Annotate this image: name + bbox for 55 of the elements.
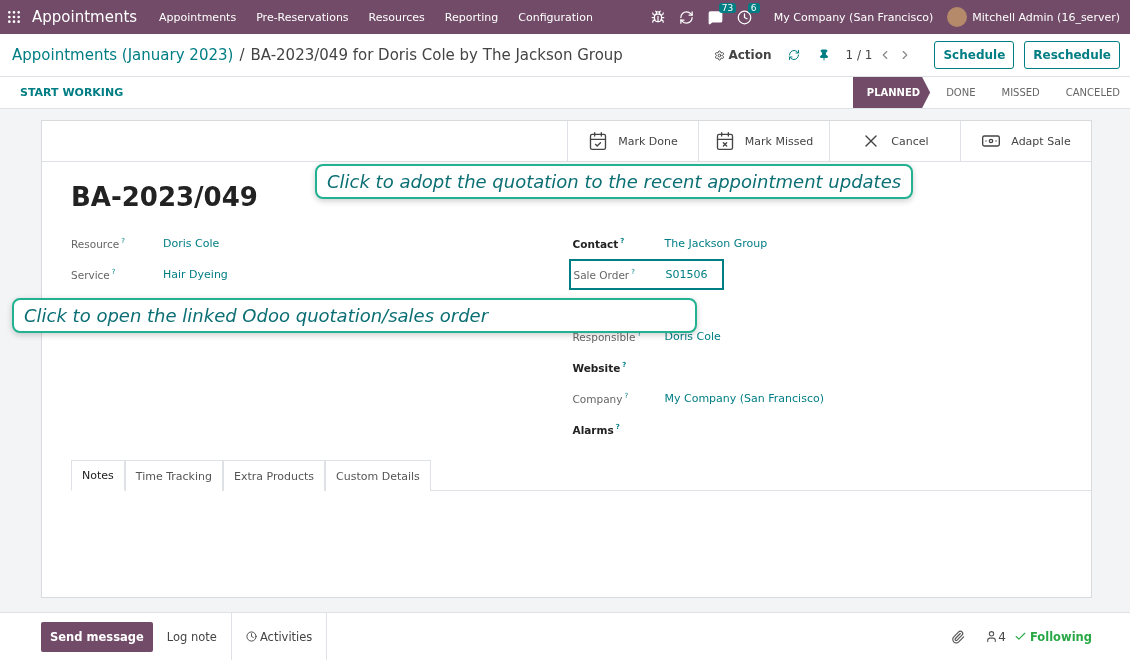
- message-count: 73: [718, 2, 737, 13]
- chat-icon[interactable]: [707, 9, 723, 25]
- send-message-button[interactable]: Send message: [41, 621, 153, 652]
- pin-icon[interactable]: [817, 49, 830, 61]
- field-value[interactable]: S01506: [665, 268, 708, 281]
- notebook-tab[interactable]: Custom Details: [325, 460, 431, 491]
- apps-menu-icon[interactable]: [6, 9, 22, 25]
- status-stage[interactable]: PLANNED: [852, 77, 931, 108]
- bug-icon[interactable]: [650, 10, 665, 24]
- tooltip-callout: Click to open the linked Odoo quotation/sales order: [12, 298, 697, 333]
- check-icon: [1013, 630, 1027, 643]
- app-name[interactable]: Appointments: [32, 8, 138, 26]
- field-value[interactable]: Hair Dyeing: [163, 268, 228, 281]
- field-label: Service $^{?}$: [71, 268, 117, 281]
- calendar-check-icon: [588, 131, 609, 151]
- menu-item[interactable]: Configuration: [508, 10, 603, 24]
- calendar-x-icon: [714, 131, 735, 151]
- follower-count[interactable]: 4: [998, 629, 1006, 644]
- field-label: Resource $^{?}$: [71, 237, 126, 250]
- refresh-icon[interactable]: [787, 49, 800, 61]
- menu-item[interactable]: Appointments: [149, 10, 247, 24]
- start-working-button[interactable]: START WORKING: [20, 86, 124, 99]
- refresh-icon[interactable]: [678, 9, 694, 25]
- menu-item[interactable]: Resources: [358, 10, 435, 24]
- notebook-tab[interactable]: Extra Products: [223, 460, 326, 491]
- clock-icon: [245, 631, 257, 642]
- attachment-icon[interactable]: [951, 629, 966, 644]
- notebook-tab[interactable]: Time Tracking: [124, 460, 223, 491]
- pager: 1 / 1: [845, 48, 873, 62]
- record-title: BA-2023/049 for Doris Cole by The Jackson Group: [250, 46, 623, 64]
- company-switcher[interactable]: My Company (San Francisco): [773, 10, 934, 24]
- field-label: Contact $^{?}$: [572, 237, 626, 250]
- field-value[interactable]: The Jackson Group: [664, 237, 768, 250]
- user-menu[interactable]: Mitchell Admin (16_server): [972, 10, 1120, 24]
- activity-count: 6: [747, 2, 760, 13]
- activities-button[interactable]: Activities: [230, 612, 328, 660]
- clock-icon[interactable]: [736, 9, 752, 25]
- field-label: Website $^{?}$: [572, 361, 628, 374]
- breadcrumb-link[interactable]: Appointments (January 2023): [12, 46, 234, 64]
- action-menu[interactable]: Action: [714, 48, 772, 62]
- menu-item[interactable]: Pre-Reservations: [246, 10, 359, 24]
- gear-icon: [714, 49, 726, 61]
- action-button[interactable]: Schedule: [934, 41, 1015, 69]
- action-button[interactable]: Reschedule: [1024, 41, 1120, 69]
- field-label: Sale Order $^{?}$: [573, 268, 636, 281]
- field-value[interactable]: Doris Cole: [163, 237, 220, 250]
- field-label: Alarms $^{?}$: [572, 423, 621, 436]
- field-value[interactable]: My Company (San Francisco): [664, 392, 824, 405]
- menu-item[interactable]: Reporting: [434, 10, 509, 24]
- followers-icon[interactable]: [985, 630, 999, 643]
- notebook-tab[interactable]: Notes: [71, 460, 125, 491]
- breadcrumb-separator: /: [239, 46, 245, 64]
- field-label: Company $^{?}$: [572, 392, 630, 405]
- tooltip-callout: Click to adopt the quotation to the recent appointment updates: [315, 164, 914, 199]
- record-name: BA-2023/049: [71, 182, 258, 212]
